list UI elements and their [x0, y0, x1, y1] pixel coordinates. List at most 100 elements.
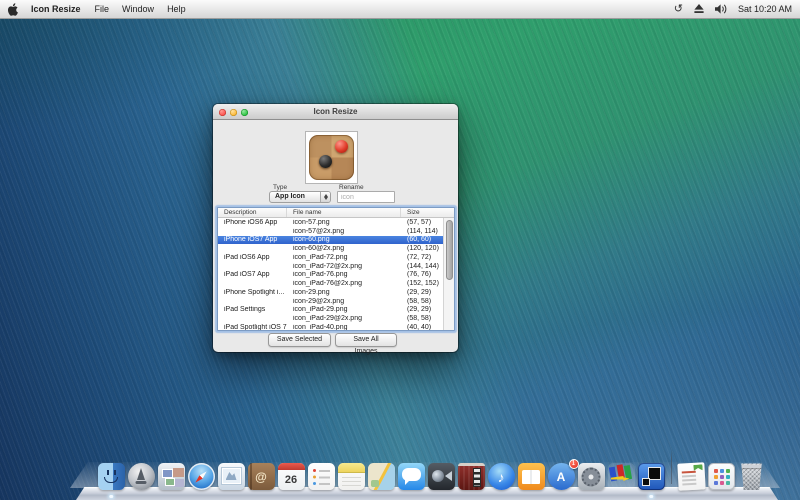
table-cell-description: iPhone iOS7 App [218, 236, 287, 243]
desktop: Icon Resize File Window Help ↺ Sat 10:20… [0, 0, 800, 500]
table-row[interactable]: iPad Settingsicon_iPad-29.png(29, 29) [218, 306, 443, 315]
table-row[interactable]: icon-29@2x.png(58, 58) [218, 297, 443, 306]
table-cell-size: (29, 29) [401, 289, 443, 296]
table-row[interactable]: iPad iOS6 Appicon_iPad-72.png(72, 72) [218, 253, 443, 262]
menu-app-name[interactable]: Icon Resize [31, 4, 81, 14]
black-checker-ball [319, 155, 332, 168]
table-cell-file: icon-29.png [287, 289, 401, 296]
zoom-button[interactable] [241, 109, 248, 116]
running-indicator [109, 495, 113, 499]
table-row[interactable]: icon_iPad-72@2x.png(144, 144) [218, 262, 443, 271]
table-row[interactable]: iPhone Spotlight i...icon-29.png(29, 29) [218, 288, 443, 297]
table-cell-size: (72, 72) [401, 254, 443, 261]
dock-item-ibooks-icon[interactable] [518, 463, 545, 490]
calendar-day-number: 26 [278, 470, 305, 490]
table-row[interactable]: iPad Spotlight iOS 7icon_iPad-40.png(40,… [218, 323, 443, 331]
dock-item-trash-icon[interactable] [738, 463, 765, 490]
dock-item-notes-icon[interactable] [338, 463, 365, 490]
dock-item-photo-booth-icon[interactable] [458, 463, 485, 490]
popup-stepper-icon [320, 192, 330, 202]
itunes-glyph: ♪ [488, 463, 515, 490]
menu-help[interactable]: Help [167, 4, 186, 14]
dock-item-mission-control-icon[interactable] [158, 463, 185, 490]
icon-resize-window: Icon Resize Type Rename App Icon Descrip… [213, 104, 458, 352]
table-cell-file: icon_iPad-76@2x.png [287, 280, 401, 287]
dock-item-mail-icon[interactable] [218, 463, 245, 490]
table-cell-file: icon_iPad-72@2x.png [287, 263, 401, 270]
table-row[interactable]: icon_iPad-29@2x.png(58, 58) [218, 314, 443, 323]
vertical-scrollbar[interactable] [443, 218, 454, 330]
save-all-images-button[interactable]: Save All Images [335, 333, 397, 347]
type-label: Type [273, 184, 287, 191]
dock-item-app-store-icon[interactable]: A1 [548, 463, 575, 490]
table-row[interactable]: icon_iPad-76@2x.png(152, 152) [218, 279, 443, 288]
dock-separator [671, 450, 673, 484]
dock-item-downloads-document-icon[interactable] [677, 462, 705, 490]
table-cell-size: (60, 60) [401, 236, 443, 243]
table-cell-size: (29, 29) [401, 306, 443, 313]
dock-item-contacts-icon[interactable]: @ [248, 463, 275, 490]
window-title: Icon Resize [213, 104, 458, 120]
table-row[interactable]: iPhone iOS6 Appicon-57.png(57, 57) [218, 218, 443, 227]
menu-file[interactable]: File [95, 4, 110, 14]
dock-item-icon-resize-icon[interactable] [638, 463, 665, 490]
menu-window[interactable]: Window [122, 4, 154, 14]
table-cell-description: iPad iOS6 App [218, 254, 287, 261]
table-cell-description: iPhone iOS6 App [218, 219, 287, 226]
dock-item-safari-icon[interactable] [188, 463, 215, 490]
table-cell-file: icon-29@2x.png [287, 298, 401, 305]
minimize-button[interactable] [230, 109, 237, 116]
table-cell-size: (144, 144) [401, 263, 443, 270]
menu-clock[interactable]: Sat 10:20 AM [738, 4, 792, 14]
dock-item-launchpad-icon[interactable] [128, 463, 155, 490]
table-cell-description: iPad iOS7 App [218, 271, 287, 278]
red-checker-ball [335, 140, 348, 153]
dock-item-colorful-app-icon[interactable] [608, 463, 635, 490]
rename-label: Rename [339, 184, 364, 191]
close-button[interactable] [219, 109, 226, 116]
dock-item-messages-icon[interactable] [398, 463, 425, 490]
dock-items: @26 ♪ A1 [96, 452, 767, 500]
menu-bar: Icon Resize File Window Help ↺ Sat 10:20… [0, 0, 800, 19]
table-row[interactable]: iPhone iOS7 Appicon-60.png(60, 60) [218, 236, 443, 245]
table-cell-size: (58, 58) [401, 298, 443, 305]
type-popup-value: App Icon [275, 193, 305, 200]
type-popup[interactable]: App Icon [269, 191, 331, 203]
dock-item-itunes-icon[interactable]: ♪ [488, 463, 515, 490]
table-cell-size: (114, 114) [401, 228, 443, 235]
column-header-filename[interactable]: File name [287, 208, 401, 217]
time-machine-icon[interactable]: ↺ [674, 4, 683, 15]
table-cell-file: icon_iPad-72.png [287, 254, 401, 261]
eject-icon[interactable] [694, 4, 704, 14]
dock-item-finder-icon[interactable] [98, 463, 125, 490]
contacts-glyph: @ [248, 463, 275, 490]
dock-item-applications-folder-icon[interactable] [708, 463, 735, 490]
table-body: iPhone iOS6 Appicon-57.png(57, 57)icon-5… [218, 218, 443, 330]
table-row[interactable]: iPad iOS7 Appicon_iPad-76.png(76, 76) [218, 271, 443, 280]
table-row[interactable]: icon-60@2x.png(120, 120) [218, 244, 443, 253]
dock-item-calendar-icon[interactable]: 26 [278, 463, 305, 490]
table-cell-file: icon_iPad-29@2x.png [287, 315, 401, 322]
apple-menu-icon[interactable] [8, 3, 19, 16]
save-selected-button[interactable]: Save Selected [268, 333, 331, 347]
table-cell-description: iPhone Spotlight i... [218, 289, 287, 296]
dock-item-facetime-icon[interactable] [428, 463, 455, 490]
table-header: Description File name Size [218, 208, 454, 218]
running-indicator [649, 495, 653, 499]
column-header-description[interactable]: Description [218, 208, 287, 217]
column-header-size[interactable]: Size [401, 208, 454, 217]
scrollbar-thumb[interactable] [446, 220, 453, 280]
rename-input[interactable] [337, 191, 395, 203]
table-row[interactable]: icon-57@2x.png(114, 114) [218, 227, 443, 236]
dock-item-system-preferences-icon[interactable] [578, 463, 605, 490]
dock-item-maps-icon[interactable] [368, 463, 395, 490]
window-titlebar[interactable]: Icon Resize [213, 104, 458, 120]
icon-size-table: Description File name Size iPhone iOS6 A… [217, 207, 455, 331]
table-cell-description: iPad Settings [218, 306, 287, 313]
checkers-app-icon [309, 135, 354, 180]
table-cell-file: icon-60.png [287, 236, 401, 243]
dock-item-reminders-icon[interactable] [308, 463, 335, 490]
volume-icon[interactable] [715, 4, 728, 14]
table-cell-size: (152, 152) [401, 280, 443, 287]
icon-preview-well [305, 131, 358, 184]
